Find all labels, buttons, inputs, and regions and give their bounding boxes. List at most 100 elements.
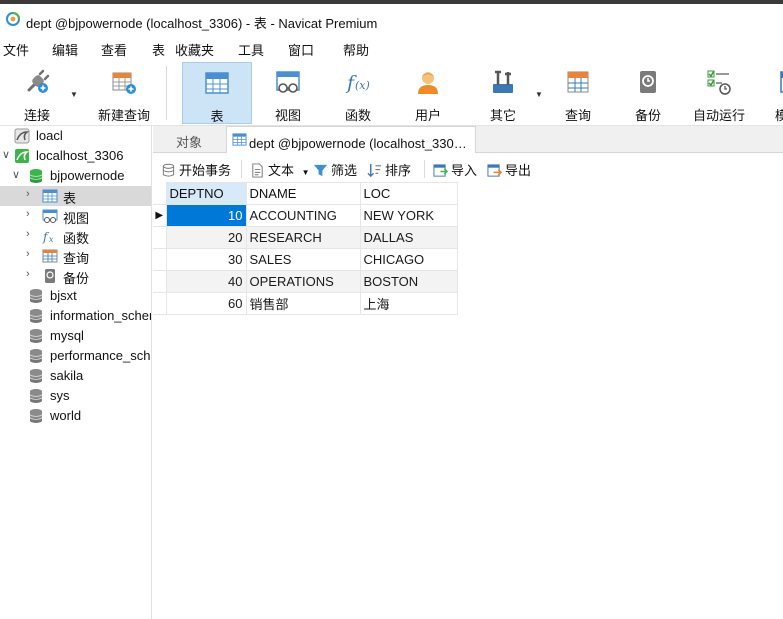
column-header-deptno[interactable]: DEPTNO [165, 182, 247, 205]
tab-strip: 对象 dept @bjpowernode (localhost_3306) - … [153, 126, 783, 153]
import-icon [433, 164, 448, 177]
table-cell[interactable]: 销售部 [245, 292, 361, 315]
table-row[interactable]: 60 销售部 上海 [153, 292, 458, 315]
database-icon [29, 349, 43, 363]
row-indicator[interactable] [153, 270, 167, 293]
tree-database-sakila[interactable]: sakila [0, 366, 151, 386]
tree-database-performance-schema[interactable]: performance_schema [0, 346, 151, 366]
tree-label: bjsxt [50, 288, 77, 303]
menu-window[interactable]: 窗口 [288, 40, 314, 59]
table-cell[interactable]: DALLAS [359, 226, 458, 249]
table-cell[interactable]: ACCOUNTING [245, 204, 361, 227]
table-cell[interactable]: SALES [245, 248, 361, 271]
menu-help[interactable]: 帮助 [343, 40, 369, 59]
tree-item-functions[interactable]: › f x 函数 [0, 226, 151, 246]
tree-connection-loacl[interactable]: loacl [0, 126, 151, 146]
table-cell[interactable]: NEW YORK [359, 204, 458, 227]
database-icon [29, 389, 43, 403]
tree-connection-localhost[interactable]: ∨ localhost_3306 [0, 146, 151, 166]
function-button[interactable]: f (x) 函数 [323, 62, 393, 124]
table-cell[interactable]: CHICAGO [359, 248, 458, 271]
table-cell[interactable]: 60 [165, 292, 247, 315]
menu-tools[interactable]: 工具 [238, 40, 264, 59]
table-button[interactable]: 表 [182, 62, 252, 124]
tree-database-sys[interactable]: sys [0, 386, 151, 406]
row-indicator[interactable]: ▶ [153, 204, 167, 227]
sort-label: 排序 [385, 163, 412, 178]
expand-chevron-icon[interactable]: › [26, 248, 30, 260]
collapse-chevron-icon[interactable]: ∨ [2, 148, 10, 161]
backup-button[interactable]: 备份 [614, 62, 682, 124]
column-header-dname[interactable]: DNAME [245, 182, 361, 205]
menu-favorites[interactable]: 收藏夹 [175, 40, 214, 59]
connect-dropdown-arrow[interactable]: ▼ [70, 90, 78, 99]
import-button[interactable]: 导入 [433, 160, 477, 179]
current-row-arrow-icon: ▶ [155, 210, 164, 221]
table-cell[interactable]: OPERATIONS [245, 270, 361, 293]
text-dropdown-arrow[interactable]: ▼ [302, 168, 310, 177]
expand-chevron-icon[interactable]: › [26, 188, 30, 200]
tree-label: 备份 [63, 271, 90, 286]
table-cell[interactable]: 20 [165, 226, 247, 249]
connect-button[interactable]: ▼ 连接 [6, 62, 78, 124]
tree-item-backups[interactable]: › 备份 [0, 266, 151, 286]
table-row[interactable]: 40 OPERATIONS BOSTON [153, 270, 458, 293]
model-button[interactable]: 模 [760, 62, 783, 124]
tree-label: mysql [50, 328, 84, 343]
query-icon [42, 249, 58, 263]
begin-transaction-button[interactable]: 开始事务 [161, 160, 231, 179]
new-query-label: 新建查询 [97, 108, 150, 123]
table-row[interactable]: 20 RESEARCH DALLAS [153, 226, 458, 249]
data-toolbar: 开始事务 文本 ▼ 筛选 排序 导入 导出 [153, 154, 783, 182]
tree-database-bjsxt[interactable]: bjsxt [0, 286, 151, 306]
mysql-connection-active-icon [15, 149, 30, 163]
user-button[interactable]: 用户 [393, 62, 463, 124]
toolbar-separator [424, 160, 425, 178]
backup-icon [640, 71, 656, 93]
export-button[interactable]: 导出 [487, 160, 531, 179]
text-button[interactable]: 文本 ▼ [250, 160, 310, 179]
tree-database-mysql[interactable]: mysql [0, 326, 151, 346]
collapse-chevron-icon[interactable]: ∨ [12, 168, 20, 181]
row-indicator[interactable] [153, 292, 167, 315]
row-indicator[interactable] [153, 248, 167, 271]
table-cell[interactable]: 上海 [359, 292, 458, 315]
filter-button[interactable]: 筛选 [313, 160, 357, 179]
tab-objects[interactable]: 对象 [153, 126, 225, 152]
menu-edit[interactable]: 编辑 [52, 40, 78, 59]
expand-chevron-icon[interactable]: › [26, 208, 30, 220]
row-indicator[interactable] [153, 226, 167, 249]
tree-label: 表 [63, 191, 77, 206]
menu-view[interactable]: 查看 [101, 40, 127, 59]
menu-file[interactable]: 文件 [3, 40, 29, 59]
sort-button[interactable]: 排序 [367, 160, 411, 179]
expand-chevron-icon[interactable]: › [26, 228, 30, 240]
table-cell[interactable]: 40 [165, 270, 247, 293]
expand-chevron-icon[interactable]: › [26, 268, 30, 280]
other-dropdown-arrow[interactable]: ▼ [535, 90, 543, 99]
tree-database-information-schema[interactable]: information_schema [0, 306, 151, 326]
menu-table[interactable]: 表 [152, 40, 165, 59]
table-cell[interactable]: RESEARCH [245, 226, 361, 249]
tree-item-queries[interactable]: › 查询 [0, 246, 151, 266]
tree-label: loacl [36, 128, 63, 143]
tab-dept-table[interactable]: dept @bjpowernode (localhost_3306) - 表 [226, 126, 476, 153]
table-cell[interactable]: 10 [165, 204, 247, 227]
begin-transaction-label: 开始事务 [179, 163, 232, 178]
view-button[interactable]: 视图 [253, 62, 323, 124]
tree-item-tables[interactable]: › 表 [0, 186, 151, 206]
tree-item-views[interactable]: › 视图 [0, 206, 151, 226]
tree-database-world[interactable]: world [0, 406, 151, 426]
query-button[interactable]: 查询 [544, 62, 612, 124]
other-button[interactable]: ▼ 其它 [467, 62, 543, 124]
query-label: 查询 [564, 108, 591, 123]
column-header-loc[interactable]: LOC [359, 182, 458, 205]
table-row[interactable]: 30 SALES CHICAGO [153, 248, 458, 271]
table-cell[interactable]: 30 [165, 248, 247, 271]
new-query-button[interactable]: 新建查询 [82, 62, 166, 124]
tree-database-bjpowernode[interactable]: ∨ bjpowernode [0, 166, 151, 186]
table-cell[interactable]: BOSTON [359, 270, 458, 293]
table-row[interactable]: ▶ 10 ACCOUNTING NEW YORK [153, 204, 458, 227]
tab-title: dept @bjpowernode (localhost_3306) - 表 [249, 136, 467, 151]
automation-button[interactable]: 自动运行 [684, 62, 754, 124]
